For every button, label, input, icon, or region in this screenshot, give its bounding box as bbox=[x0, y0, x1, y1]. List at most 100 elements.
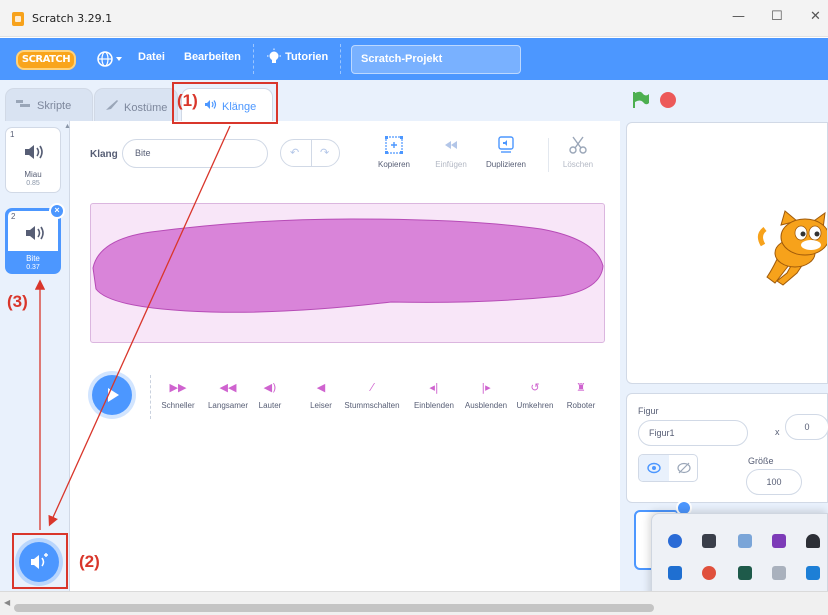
menu-divider bbox=[253, 44, 254, 74]
tray-app-icon[interactable] bbox=[738, 566, 752, 580]
language-menu[interactable] bbox=[96, 47, 124, 71]
paste-label: Einfügen bbox=[435, 160, 467, 169]
scroll-left-icon[interactable]: ◀ bbox=[4, 598, 10, 607]
sound-name-label: Klang bbox=[90, 149, 118, 160]
fade-in-icon: ◂| bbox=[429, 381, 439, 394]
effect-softer[interactable]: ◀ Leiser bbox=[302, 381, 340, 410]
mute-icon: ⁄ bbox=[371, 381, 373, 394]
copy-label: Kopieren bbox=[377, 160, 411, 169]
tray-app-icon[interactable] bbox=[668, 534, 682, 548]
undo-icon[interactable]: ↶ bbox=[290, 146, 299, 159]
softer-icon: ◀ bbox=[316, 381, 326, 394]
tray-app-icon[interactable] bbox=[738, 534, 752, 548]
chevron-down-icon bbox=[116, 57, 122, 61]
duplicate-icon bbox=[498, 136, 514, 153]
tray-app-icon[interactable] bbox=[772, 566, 786, 580]
scrollbar-thumb[interactable] bbox=[14, 604, 654, 612]
lock-icon[interactable] bbox=[702, 534, 716, 548]
sound-name: Miau bbox=[24, 170, 42, 179]
effect-label: Stummschalten bbox=[344, 401, 400, 410]
tray-app-icon[interactable] bbox=[806, 566, 820, 580]
speaker-icon bbox=[25, 145, 43, 159]
undo-redo-group: ↶ ↷ bbox=[280, 139, 340, 167]
paste-button[interactable]: Einfügen bbox=[421, 135, 481, 169]
waveform-display[interactable] bbox=[90, 203, 605, 343]
window-title: Scratch 3.29.1 bbox=[32, 12, 113, 25]
menu-file[interactable]: Datei bbox=[138, 51, 165, 63]
redo-icon[interactable]: ↷ bbox=[320, 146, 329, 159]
tray-app-icon[interactable] bbox=[668, 566, 682, 580]
size-input[interactable]: 100 bbox=[746, 469, 802, 495]
cat-sprite bbox=[757, 210, 827, 286]
brush-icon bbox=[105, 99, 119, 114]
delete-button[interactable]: Löschen bbox=[548, 135, 608, 169]
effect-fade-in[interactable]: ◂| Einblenden bbox=[405, 381, 463, 410]
louder-icon: ◀) bbox=[263, 381, 277, 394]
scroll-up-icon[interactable]: ▲ bbox=[64, 123, 71, 130]
slower-icon: ◀◀ bbox=[219, 381, 237, 394]
minimize-button[interactable]: — bbox=[732, 9, 745, 24]
effect-fade-out[interactable]: |▸ Ausblenden bbox=[456, 381, 516, 410]
robot-icon: ♜ bbox=[576, 381, 586, 394]
copy-button[interactable]: Kopieren bbox=[364, 135, 424, 169]
menu-tutorials[interactable]: Tutorien bbox=[266, 48, 328, 66]
project-title-input[interactable]: Scratch-Projekt bbox=[351, 45, 521, 74]
menu-tutorials-label: Tutorien bbox=[285, 50, 329, 63]
effect-label: Ausblenden bbox=[464, 401, 508, 410]
x-position-input[interactable]: 0 bbox=[785, 414, 828, 440]
editor-tabs: Skripte Kostüme Klänge bbox=[0, 80, 620, 122]
speaker-icon bbox=[26, 226, 44, 240]
tab-code[interactable]: Skripte bbox=[5, 88, 93, 121]
effect-robot[interactable]: ♜ Roboter bbox=[560, 381, 602, 410]
tab-costumes-label: Kostüme bbox=[124, 102, 168, 114]
effect-louder[interactable]: ◀) Lauter bbox=[251, 381, 289, 410]
hide-eye-icon[interactable] bbox=[677, 462, 691, 474]
effect-label: Einblenden bbox=[413, 401, 455, 410]
menu-bar: SCRATCH Datei Bearbeiten Tutorien Scratc… bbox=[0, 38, 828, 80]
show-eye-icon[interactable] bbox=[647, 462, 661, 474]
sound-duration: 0.85 bbox=[26, 180, 40, 187]
maximize-button[interactable]: ☐ bbox=[771, 9, 783, 24]
close-button[interactable]: ✕ bbox=[810, 9, 821, 24]
duplicate-button[interactable]: Duplizieren bbox=[476, 135, 536, 169]
green-flag-icon[interactable] bbox=[631, 90, 651, 110]
stop-icon[interactable] bbox=[660, 92, 676, 108]
sound-item-miau[interactable]: 1 Miau 0.85 bbox=[5, 127, 61, 193]
sound-item-bite[interactable]: 2 Bite 0.37 × bbox=[5, 203, 65, 274]
tab-code-label: Skripte bbox=[37, 100, 72, 112]
menu-edit[interactable]: Bearbeiten bbox=[184, 51, 241, 63]
sound-list: 1 Miau 0.85 2 Bite 0.37 × bbox=[0, 121, 70, 591]
effect-reverse[interactable]: ↺ Umkehren bbox=[508, 381, 562, 410]
visibility-toggle bbox=[638, 454, 698, 482]
effect-label: Leiser bbox=[310, 401, 332, 410]
sound-number: 1 bbox=[10, 130, 15, 139]
scissors-icon bbox=[569, 136, 587, 154]
horizontal-scrollbar[interactable]: ◀ bbox=[0, 591, 828, 615]
effect-faster[interactable]: ▶▶ Schneller bbox=[153, 381, 203, 410]
annotation-label-step3: (3) bbox=[7, 292, 28, 311]
onenote-icon[interactable] bbox=[772, 534, 786, 548]
tray-app-icon[interactable] bbox=[702, 566, 716, 580]
paste-icon bbox=[445, 141, 457, 149]
tab-costumes[interactable]: Kostüme bbox=[94, 88, 178, 121]
delete-label: Löschen bbox=[562, 160, 594, 169]
stage-controls bbox=[620, 80, 828, 121]
effect-label: Langsamer bbox=[207, 401, 249, 410]
annotation-label-step2: (2) bbox=[79, 552, 100, 571]
fade-out-icon: |▸ bbox=[481, 381, 491, 394]
effect-mute[interactable]: ⁄ Stummschalten bbox=[341, 381, 403, 410]
sound-name-input[interactable]: Bite bbox=[122, 139, 268, 168]
tray-app-icon[interactable] bbox=[806, 534, 820, 548]
effect-label: Schneller bbox=[161, 401, 195, 410]
sound-number: 2 bbox=[11, 212, 16, 221]
stage[interactable] bbox=[626, 122, 828, 384]
scratch-logo[interactable]: SCRATCH bbox=[16, 50, 76, 70]
effect-label: Roboter bbox=[566, 401, 596, 410]
play-sound-button[interactable] bbox=[92, 375, 132, 415]
sprite-label: Figur bbox=[638, 406, 659, 416]
sound-list-scrollbar[interactable]: ▲ bbox=[63, 121, 71, 591]
effect-slower[interactable]: ◀◀ Langsamer bbox=[197, 381, 259, 410]
sound-editor: Klang Bite ↶ ↷ Kopieren Einfügen Duplizi… bbox=[71, 121, 620, 591]
effect-label: Lauter bbox=[258, 401, 282, 410]
sprite-name-input[interactable]: Figur1 bbox=[638, 420, 748, 446]
